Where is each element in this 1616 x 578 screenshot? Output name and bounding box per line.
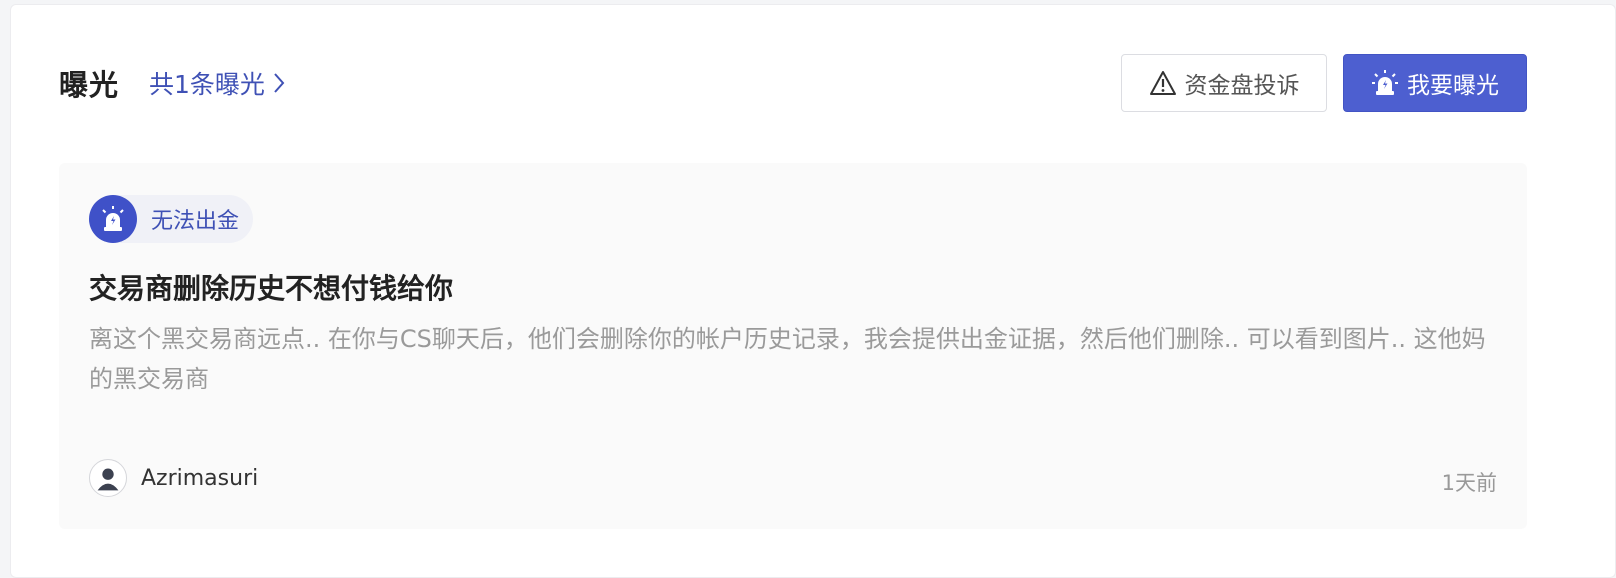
author-name: Azrimasuri — [141, 465, 259, 491]
exposure-count-label: 共1条曝光 — [149, 70, 265, 99]
expose-button[interactable]: 我要曝光 — [1343, 54, 1527, 112]
exposure-count-link[interactable]: 共1条曝光 — [149, 65, 285, 101]
complaint-button[interactable]: 资金盘投诉 — [1121, 54, 1327, 112]
post-title[interactable]: 交易商删除历史不想付钱给你 — [89, 267, 453, 307]
post-author[interactable]: Azrimasuri — [89, 459, 258, 497]
warning-triangle-icon — [1149, 70, 1177, 96]
panel-header: 曝光 共1条曝光 资金盘投诉 我要曝光 — [59, 53, 1527, 113]
alarm-light-icon — [1371, 69, 1399, 97]
expose-button-label: 我要曝光 — [1407, 73, 1499, 99]
category-tag-label: 无法出金 — [151, 209, 240, 234]
exposure-card[interactable]: 无法出金 交易商删除历史不想付钱给你 离这个黑交易商远点.. 在你与CS聊天后，… — [59, 163, 1527, 529]
user-avatar-icon — [89, 459, 127, 497]
post-body: 离这个黑交易商远点.. 在你与CS聊天后，他们会删除你的帐户历史记录，我会提供出… — [89, 325, 1486, 393]
page-title: 曝光 — [59, 68, 120, 102]
chevron-right-icon — [273, 72, 285, 94]
exposure-panel: 曝光 共1条曝光 资金盘投诉 我要曝光 无法出金 交易商删除历史不想付钱给你 离… — [10, 4, 1616, 578]
complaint-button-label: 资金盘投诉 — [1184, 73, 1300, 99]
alarm-light-icon — [89, 195, 137, 243]
post-time: 1天前 — [1441, 471, 1497, 495]
category-tag[interactable]: 无法出金 — [89, 195, 254, 243]
